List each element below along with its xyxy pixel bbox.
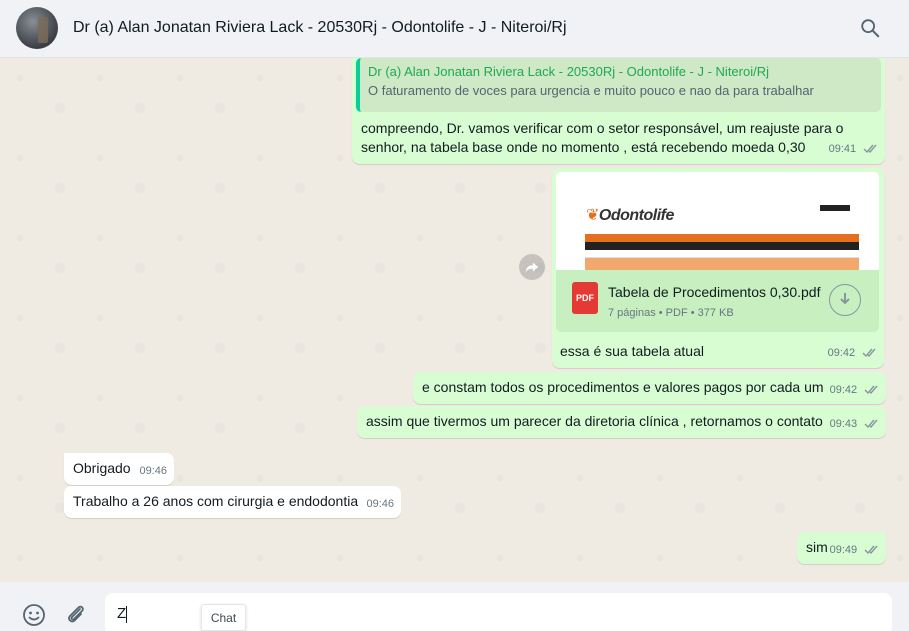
search-icon (861, 19, 880, 38)
double-check-icon (864, 545, 878, 554)
message-text: e constam todos os procedimentos e valor… (422, 379, 824, 395)
document-caption: essa é sua tabela atual (560, 343, 704, 359)
message-outgoing-document[interactable]: ❦Odontolife PDF Tabela de Procedimentos … (552, 168, 884, 368)
paperclip-icon (68, 605, 84, 623)
message-text: Trabalho a 26 anos com cirurgia e endodo… (73, 493, 359, 509)
composer-bar: Z (0, 582, 909, 631)
quoted-text: O faturamento de voces para urgencia e m… (368, 83, 814, 98)
quoted-author: Dr (a) Alan Jonatan Riviera Lack - 20530… (368, 64, 769, 79)
message-meta: 09:43 (830, 413, 880, 434)
message-line-text: senhor, na tabela base onde no momento ,… (361, 139, 806, 155)
message-time: 09:41 (828, 143, 857, 155)
attach-button[interactable] (64, 603, 88, 627)
double-check-icon (864, 385, 878, 394)
odontolife-logo: ❦Odontolife (586, 207, 674, 224)
message-incoming[interactable]: Obrigado 09:46 (64, 453, 174, 485)
message-time: 09:46 (139, 465, 167, 477)
pdf-icon: PDF (572, 282, 598, 314)
double-check-icon (864, 419, 878, 428)
message-time: 09:42 (827, 347, 856, 359)
message-time: 09:42 (829, 384, 858, 396)
message-outgoing[interactable]: Dr (a) Alan Jonatan Riviera Lack - 20530… (352, 58, 885, 164)
search-button[interactable] (859, 17, 881, 39)
document-card[interactable]: PDF Tabela de Procedimentos 0,30.pdf 7 p… (556, 270, 879, 332)
message-meta: 09:49 (830, 539, 880, 560)
preview-badge (820, 205, 850, 211)
message-meta: 09:42 (830, 379, 880, 400)
document-name: Tabela de Procedimentos 0,30.pdf (608, 284, 821, 300)
download-icon (840, 293, 850, 305)
forward-icon (525, 262, 539, 273)
document-preview[interactable]: ❦Odontolife (556, 172, 879, 270)
quoted-message[interactable]: Dr (a) Alan Jonatan Riviera Lack - 20530… (356, 58, 881, 112)
double-check-icon (863, 144, 877, 153)
chat-tooltip: Chat (201, 604, 246, 631)
message-outgoing[interactable]: sim 09:49 (797, 532, 886, 564)
message-input-value: Z (117, 605, 127, 622)
document-meta: 7 páginas • PDF • 377 KB (608, 307, 734, 319)
message-text: compreendo, Dr. vamos verificar com o se… (361, 119, 876, 157)
message-text: assim que tivermos um parecer da diretor… (366, 413, 823, 429)
message-text: sim (806, 539, 828, 555)
message-list[interactable]: Dr (a) Alan Jonatan Riviera Lack - 20530… (0, 58, 909, 582)
emoji-icon (23, 604, 45, 626)
message-meta: 09:42 (828, 342, 878, 363)
preview-table (585, 234, 859, 270)
message-outgoing[interactable]: assim que tivermos um parecer da diretor… (357, 406, 886, 438)
message-outgoing[interactable]: e constam todos os procedimentos e valor… (413, 372, 886, 404)
message-time: 09:49 (829, 544, 858, 556)
contact-name[interactable]: Dr (a) Alan Jonatan Riviera Lack - 20530… (73, 19, 567, 37)
message-time: 09:43 (829, 418, 858, 430)
emoji-button[interactable] (22, 603, 46, 627)
double-check-icon (862, 348, 876, 357)
chat-header: Dr (a) Alan Jonatan Riviera Lack - 20530… (0, 0, 909, 58)
message-time: 09:46 (366, 498, 394, 510)
forward-button[interactable] (519, 254, 545, 280)
message-meta: 09:41 (829, 138, 879, 159)
text-cursor (126, 605, 128, 623)
message-incoming[interactable]: Trabalho a 26 anos com cirurgia e endodo… (64, 486, 401, 518)
message-text: Obrigado (73, 460, 131, 476)
message-line: senhor, na tabela base onde no momento ,… (361, 138, 876, 157)
download-button[interactable] (829, 284, 861, 316)
message-line: compreendo, Dr. vamos verificar com o se… (361, 120, 844, 136)
contact-avatar[interactable] (16, 7, 58, 49)
